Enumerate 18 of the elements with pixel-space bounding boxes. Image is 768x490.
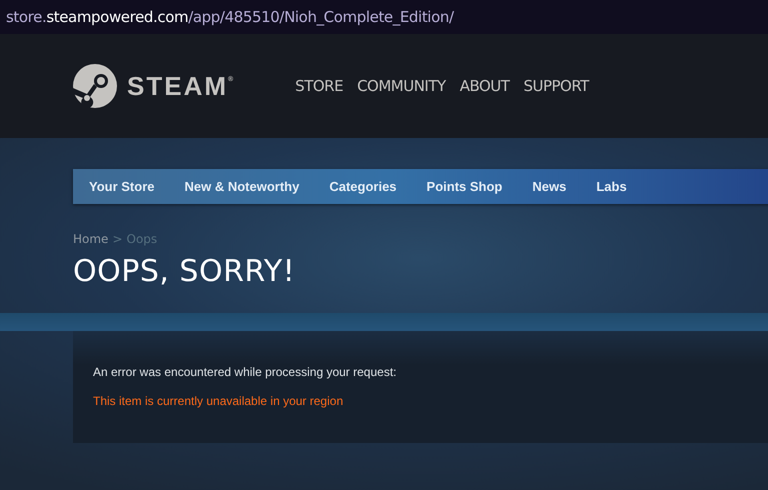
store-nav-tab[interactable]: News [517, 169, 582, 204]
header-menu-link[interactable]: ABOUT [460, 77, 510, 95]
error-message: An error was encountered while processing your request: [93, 365, 398, 379]
header-menu-link[interactable]: COMMUNITY [357, 77, 446, 95]
store-nav-tab[interactable]: Points Shop [412, 169, 518, 204]
logo-icon[interactable] [73, 64, 117, 108]
page-title: OOPS, SORRY! [73, 254, 296, 289]
store-nav-tab[interactable]: Categories [314, 169, 412, 204]
breadcrumb-link[interactable]: Home [73, 232, 108, 246]
error-detail: This item is currently unavailable in your region [93, 394, 344, 408]
breadcrumb-current: Oops [126, 232, 158, 246]
store-nav-tab[interactable]: Your Store [73, 169, 170, 204]
store-nav-tab[interactable]: Labs [581, 169, 642, 204]
header-menu-link[interactable]: SUPPORT [523, 77, 589, 95]
breadcrumb-separator: > [112, 232, 122, 246]
header-menu-link[interactable]: STORE [295, 77, 344, 95]
store-nav-tab[interactable]: New & Noteworthy [170, 169, 314, 204]
logo-wordmark[interactable]: STEAM$^{®}$ [127, 70, 234, 102]
